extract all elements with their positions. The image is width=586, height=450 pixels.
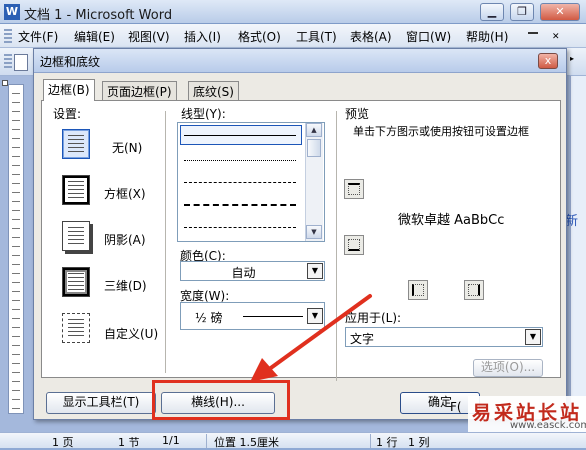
menu-help[interactable]: 帮助(H) [466,28,508,45]
chevron-down-icon[interactable]: ▼ [307,308,323,324]
borders-and-shading-dialog: 边框和底纹 x 边框(B) 页面边框(P) 底纹(S) 设置: 无(N) 方框(… [33,48,567,420]
dialog-title-bar: 边框和底纹 x [34,49,566,73]
restore-icon: ❐ [517,5,527,18]
partial-text: F( [450,400,462,414]
dialog-close-button[interactable]: x [538,53,558,69]
new-document-icon[interactable] [14,54,28,71]
width-select[interactable]: ½ 磅 ▼ [180,302,325,330]
line-style-long-dash[interactable] [184,204,296,206]
minimize-button[interactable]: ▁ [480,3,504,21]
annotation-highlight-box [152,380,290,420]
scroll-down-icon[interactable]: ▼ [306,225,322,239]
preview-divider [336,111,337,381]
menu-bar: 文件(F) 编辑(E) 视图(V) 插入(I) 格式(O) 工具(T) 表格(A… [0,24,586,48]
line-style-label: 线型(Y): [181,107,226,121]
apply-to-select[interactable]: 文字 ▼ [345,327,543,347]
preview-label: 预览 [345,107,370,121]
show-toolbar-button[interactable]: 显示工具栏(T) [46,392,156,414]
scroll-thumb[interactable] [307,139,321,157]
watermark-url: www.easck.com [510,420,586,431]
line-style-dotted[interactable] [184,160,296,161]
line-style-dash-dot[interactable] [184,227,296,228]
status-page-of: 1/1 [162,434,180,447]
settings-label: 设置: [53,107,82,121]
setting-shadow-icon[interactable] [62,221,90,251]
menu-insert[interactable]: 插入(I) [184,28,221,45]
line-style-scrollbar[interactable]: ▲ ▼ [305,123,323,241]
setting-custom-label[interactable]: 自定义(U) [104,325,158,342]
restore-button[interactable]: ❐ [510,3,534,21]
word-app-icon: W [4,4,20,20]
close-window-button[interactable]: ✕ [540,3,580,21]
preview-sample-text: 微软卓越 AaBbCc [398,213,505,228]
bottom-border-button[interactable] [344,235,364,255]
menu-file[interactable]: 文件(F) [18,28,58,45]
menu-table[interactable]: 表格(A) [350,28,392,45]
menu-tools[interactable]: 工具(T) [296,28,337,45]
setting-none-label[interactable]: 无(N) [112,139,142,156]
setting-3d-icon[interactable] [62,267,90,297]
top-border-button[interactable] [344,179,364,199]
line-style-solid[interactable] [184,135,296,136]
ruler-ticks [12,85,20,413]
chevron-down-icon[interactable]: ▼ [525,329,541,345]
title-bar: W 文档 1 - Microsoft Word ▁ ❐ ✕ [0,0,586,24]
left-border-button[interactable] [408,280,428,300]
menu-close-icon[interactable] [528,32,538,40]
vertical-scrollbar[interactable] [570,76,586,432]
setting-3d-label[interactable]: 三维(D) [104,277,147,294]
width-value: ½ 磅 [195,311,223,325]
watermark: 易采站长站 www.easck.com [468,396,586,432]
width-line-sample [243,316,303,317]
menu-view[interactable]: 视图(V) [128,28,170,45]
status-bar: 1 页 1 节 1/1 位置 1.5厘米 1 行 1 列 [0,432,586,449]
menu-overflow-icon[interactable]: ✕ [552,32,560,42]
color-select[interactable]: 自动 ▼ [180,261,325,281]
setting-box-icon[interactable] [62,175,90,205]
setting-shadow-label[interactable]: 阴影(A) [104,231,146,248]
menu-edit[interactable]: 编辑(E) [74,28,115,45]
setting-none-icon[interactable] [62,129,90,159]
tab-borders[interactable]: 边框(B) [43,79,95,101]
vertical-ruler [8,84,24,414]
menu-format[interactable]: 格式(O) [238,28,281,45]
close-icon: ✕ [555,5,565,18]
line-style-dashed[interactable] [184,182,296,183]
chevron-down-icon[interactable]: ▼ [307,263,323,279]
color-value: 自动 [231,266,256,280]
apply-to-value: 文字 [350,332,375,346]
toolbar-grip-icon [4,54,12,70]
apply-to-label: 应用于(L): [345,311,402,325]
tab-page-border[interactable]: 页面边框(P) [102,81,177,100]
scroll-up-icon[interactable]: ▲ [306,123,322,137]
toolbar-overflow-icon[interactable]: ▸ [570,54,574,63]
dialog-title: 边框和底纹 [40,55,101,69]
window-title: 文档 1 - Microsoft Word [24,8,173,23]
menu-window[interactable]: 窗口(W) [406,28,451,45]
column-divider [165,111,166,373]
toolbar-grip-icon [4,29,12,43]
setting-box-label[interactable]: 方框(X) [104,185,146,202]
line-style-listbox[interactable]: ▲ ▼ [177,122,325,242]
status-separator [370,434,371,448]
options-button[interactable]: 选项(O)... [473,359,543,377]
right-border-button[interactable] [464,280,484,300]
preview-hint: 单击下方图示或使用按钮可设置边框 [353,125,529,138]
tab-shading[interactable]: 底纹(S) [188,81,239,100]
minimize-icon: ▁ [487,5,497,18]
setting-custom-icon[interactable] [62,313,90,343]
close-icon: x [544,54,552,67]
status-separator [206,434,207,448]
